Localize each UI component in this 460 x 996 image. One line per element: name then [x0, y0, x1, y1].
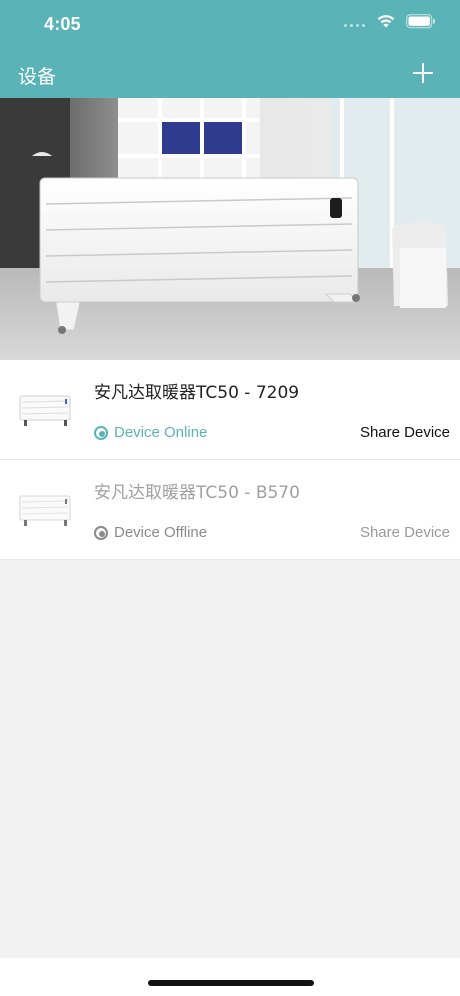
wifi-icon: [376, 14, 396, 29]
home-indicator[interactable]: [148, 980, 314, 986]
plus-icon: [413, 63, 433, 83]
home-indicator-area: [0, 958, 460, 996]
heater-thumbnail: [14, 384, 76, 436]
device-row[interactable]: 安凡达取暖器TC50 - B570 Device Offline Share D…: [0, 460, 460, 560]
share-device-button[interactable]: Share Device: [360, 424, 450, 441]
add-device-button[interactable]: [412, 62, 434, 84]
device-status: Device Online: [94, 424, 207, 441]
banner-image: [0, 98, 460, 360]
share-device-button[interactable]: Share Device: [360, 524, 450, 541]
signal-icon: [344, 17, 366, 27]
product-banner[interactable]: [0, 98, 460, 360]
device-status-label: Device Online: [114, 424, 208, 441]
status-dot-icon: [94, 525, 108, 540]
status-icons: [344, 14, 436, 29]
battery-icon: [406, 14, 436, 29]
heater-thumbnail: [14, 484, 76, 536]
device-name: 安凡达取暖器TC50 - B570: [94, 483, 300, 503]
page-title: 设备: [18, 66, 57, 88]
app-header: 4:05 设备: [0, 0, 460, 98]
status-dot-icon: [94, 425, 108, 440]
status-time: 4:05: [44, 14, 81, 34]
device-list: 安凡达取暖器TC50 - 7209 Device Online Share De…: [0, 360, 460, 560]
device-name: 安凡达取暖器TC50 - 7209: [94, 383, 300, 403]
device-row[interactable]: 安凡达取暖器TC50 - 7209 Device Online Share De…: [0, 360, 460, 460]
device-status-label: Device Offline: [114, 524, 208, 541]
device-status: Device Offline: [94, 524, 207, 541]
